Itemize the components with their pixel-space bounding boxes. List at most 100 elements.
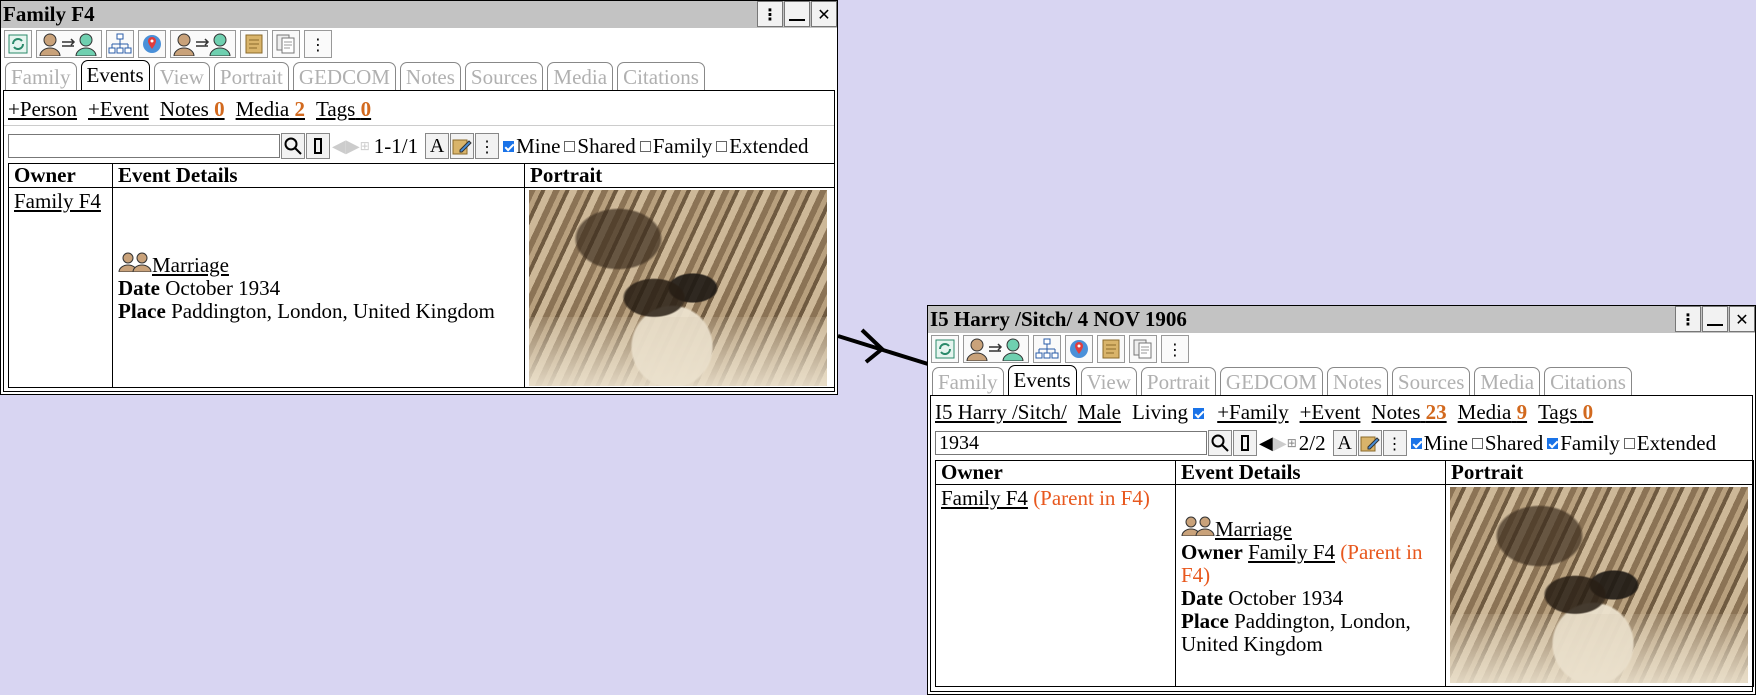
tab-gedcom[interactable]: GEDCOM (292, 62, 396, 90)
window-menu-icon[interactable]: ⋮ (757, 1, 783, 27)
filter-family[interactable]: Family (639, 134, 712, 159)
owner-link[interactable]: Family F4 (941, 486, 1028, 510)
notes-link[interactable]: Notes 0 (160, 97, 225, 122)
add-event-link[interactable]: +Event (1300, 400, 1361, 425)
event-type-link[interactable]: Marriage (1215, 517, 1292, 541)
tab-events[interactable]: Events (80, 60, 150, 90)
tab-family[interactable]: Family (932, 367, 1004, 395)
portrait-cell (524, 187, 835, 388)
tab-notes[interactable]: Notes (399, 62, 461, 90)
font-icon[interactable]: A (1332, 430, 1357, 456)
notes-link[interactable]: Notes 23 (1371, 400, 1446, 425)
mine-checkbox[interactable] (503, 141, 515, 153)
tab-sources[interactable]: Sources (464, 62, 544, 90)
tab-citations[interactable]: Citations (617, 62, 705, 90)
tab-portrait[interactable]: Portrait (1140, 367, 1216, 395)
shared-label: Shared (1484, 430, 1544, 455)
search-icon[interactable] (1208, 430, 1232, 456)
event-type-link[interactable]: Marriage (152, 253, 229, 277)
copy-icon[interactable] (1129, 335, 1157, 363)
tab-sources[interactable]: Sources (1391, 367, 1471, 395)
portrait-photo[interactable] (529, 190, 827, 386)
copy-icon[interactable] (272, 30, 300, 58)
tab-view[interactable]: View (153, 62, 210, 90)
close-icon[interactable]: ✕ (1729, 306, 1755, 332)
tab-family[interactable]: Family (5, 62, 77, 90)
refresh-icon[interactable] (931, 335, 959, 363)
more-icon[interactable]: ⋮ (304, 30, 332, 58)
tab-portrait[interactable]: Portrait (213, 62, 289, 90)
prev-arrow-icon[interactable]: ◀ (332, 136, 346, 157)
person-link[interactable]: I5 Harry /Sitch/ (935, 400, 1067, 425)
add-family-link[interactable]: +Family (1217, 400, 1288, 425)
window-title-bar[interactable]: I5 Harry /Sitch/ 4 NOV 1906 ⋮ ✕ (928, 306, 1755, 333)
tags-link[interactable]: Tags 0 (1538, 400, 1593, 425)
add-event-link[interactable]: +Event (88, 97, 149, 122)
edit-icon[interactable] (1357, 430, 1382, 456)
font-icon[interactable]: A (425, 133, 450, 159)
tags-link[interactable]: Tags 0 (316, 97, 371, 122)
search-icon[interactable] (281, 133, 305, 159)
minimize-icon[interactable] (784, 1, 810, 27)
more-icon[interactable]: ⋮ (1161, 335, 1189, 363)
event-owner-link[interactable]: Family F4 (1248, 540, 1335, 564)
prev-arrow-icon[interactable]: ◀ (1259, 433, 1273, 454)
sex-link[interactable]: Male (1078, 400, 1121, 425)
next-arrow-icon[interactable]: ▶ (346, 136, 360, 157)
event-date: Date October 1934 (118, 277, 519, 300)
stop-icon[interactable] (1233, 430, 1257, 456)
filter-family[interactable]: Family (1547, 431, 1620, 456)
map-pin-icon[interactable] (138, 30, 166, 58)
tab-events[interactable]: Events (1007, 365, 1077, 395)
options-icon[interactable]: ⋮ (1382, 430, 1407, 456)
tree-chart-icon[interactable] (1033, 335, 1061, 363)
options-icon[interactable]: ⋮ (475, 133, 500, 159)
filter-shared[interactable]: Shared (564, 134, 636, 159)
living-toggle[interactable]: Living (1132, 400, 1206, 425)
filter-mine[interactable]: Mine (503, 134, 560, 159)
next-arrow-icon[interactable]: ▶ (1273, 433, 1287, 454)
edit-icon[interactable] (450, 133, 475, 159)
filter-shared[interactable]: Shared (1471, 430, 1544, 456)
map-pin-icon[interactable] (1065, 335, 1093, 363)
tab-media[interactable]: Media (547, 62, 614, 90)
extended-checkbox[interactable] (1623, 438, 1635, 450)
minimize-icon[interactable] (1702, 306, 1728, 332)
swap-persons-icon-2[interactable] (170, 30, 236, 58)
tab-media[interactable]: Media (1474, 367, 1541, 395)
family-checkbox[interactable] (639, 141, 651, 153)
tab-view[interactable]: View (1080, 367, 1137, 395)
window-title-bar[interactable]: Family F4 ⋮ ✕ (1, 1, 837, 28)
shared-checkbox[interactable] (1471, 438, 1483, 450)
living-checkbox[interactable] (1193, 407, 1205, 419)
family-checkbox[interactable] (1547, 438, 1559, 450)
expand-icon[interactable]: ⊞ (360, 139, 370, 153)
portrait-photo[interactable] (1450, 487, 1748, 683)
tree-chart-icon[interactable] (106, 30, 134, 58)
scroll-icon[interactable] (240, 30, 268, 58)
swap-persons-icon[interactable] (36, 30, 102, 58)
filter-extended[interactable]: Extended (716, 134, 809, 159)
media-link[interactable]: Media 2 (236, 97, 305, 122)
filter-mine[interactable]: Mine (1410, 431, 1468, 456)
tab-gedcom[interactable]: GEDCOM (1219, 367, 1323, 395)
media-link[interactable]: Media 9 (1458, 400, 1527, 425)
close-icon[interactable]: ✕ (811, 1, 837, 27)
owner-link[interactable]: Family F4 (14, 189, 101, 213)
extended-checkbox[interactable] (716, 141, 728, 153)
window-menu-icon[interactable]: ⋮ (1675, 306, 1701, 332)
expand-icon[interactable]: ⊞ (1287, 436, 1297, 450)
swap-persons-icon[interactable] (963, 335, 1029, 363)
event-type: Marriage (1181, 516, 1440, 541)
tab-notes[interactable]: Notes (1326, 367, 1388, 395)
scroll-icon[interactable] (1097, 335, 1125, 363)
filter-extended[interactable]: Extended (1623, 431, 1716, 456)
search-input[interactable] (935, 431, 1207, 455)
stop-icon[interactable] (306, 133, 330, 159)
search-input[interactable] (8, 134, 280, 158)
tab-citations[interactable]: Citations (1544, 367, 1632, 395)
mine-checkbox[interactable] (1410, 438, 1422, 450)
add-person-link[interactable]: +Person (8, 97, 77, 122)
shared-checkbox[interactable] (564, 141, 576, 153)
refresh-icon[interactable] (4, 30, 32, 58)
